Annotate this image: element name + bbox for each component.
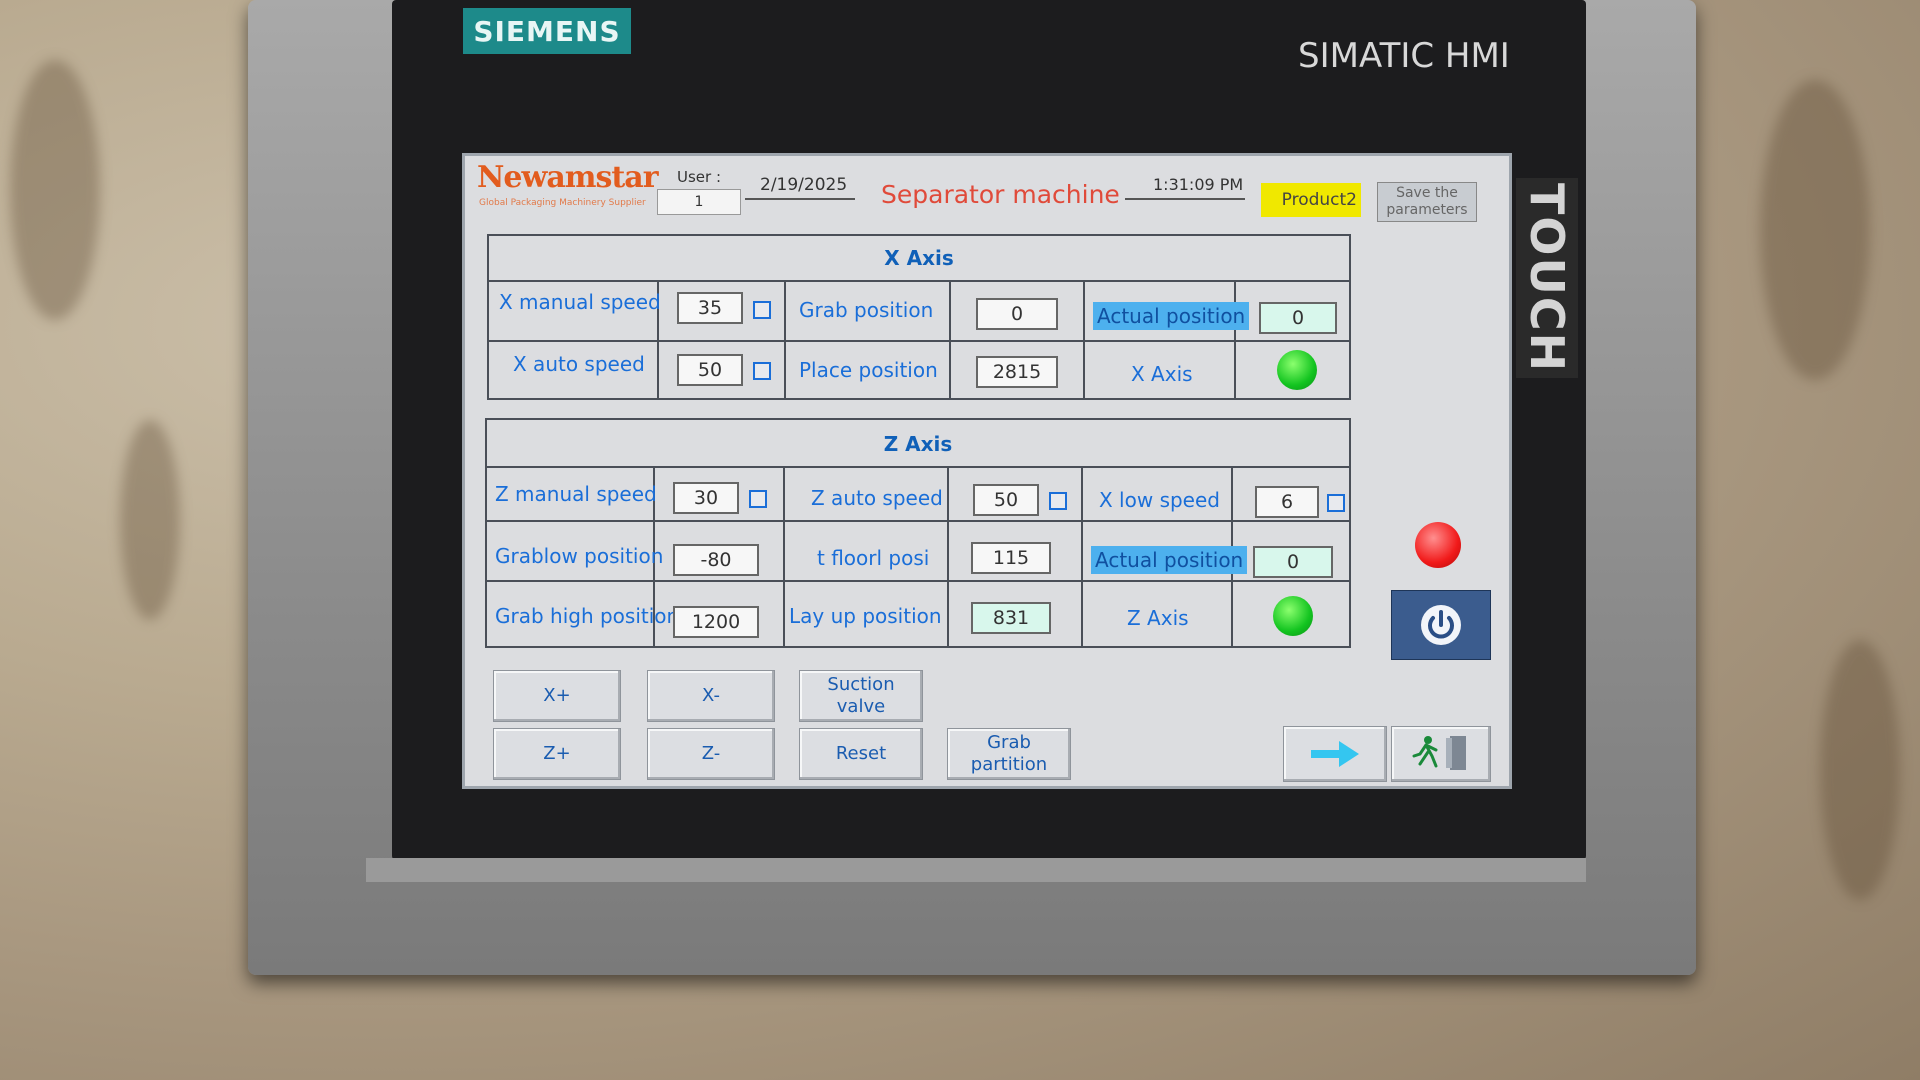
x-auto-speed-checkbox[interactable] [753, 362, 771, 380]
x-axis-status-label: X Axis [1131, 362, 1193, 386]
page-title: Separator machine [881, 180, 1120, 209]
brand-logo: SIEMENS [463, 8, 631, 54]
save-parameters-button[interactable]: Save the parameters [1377, 182, 1477, 222]
power-icon [1421, 605, 1461, 645]
grid-line [1081, 466, 1083, 648]
company-logo: Newamstar [477, 160, 659, 195]
power-button[interactable] [1391, 590, 1491, 660]
z-minus-button[interactable]: Z- [647, 728, 775, 780]
x-actual-position-field: 0 [1259, 302, 1337, 334]
place-position-field[interactable]: 2815 [976, 356, 1058, 388]
x-actual-position-label: Actual position [1093, 302, 1250, 330]
z-auto-speed-checkbox[interactable] [1049, 492, 1067, 510]
suction-valve-button[interactable]: Suction valve [799, 670, 923, 722]
wall-stain [1820, 640, 1900, 900]
next-page-button[interactable] [1283, 726, 1387, 782]
grid-line [1234, 280, 1236, 400]
lay-up-position-label: Lay up position [789, 604, 942, 628]
grab-position-field[interactable]: 0 [976, 298, 1058, 330]
company-tagline: Global Packaging Machinery Supplier [479, 198, 646, 208]
x-manual-speed-label: X manual speed [499, 290, 661, 314]
wall-stain [120, 420, 180, 620]
z-plus-button[interactable]: Z+ [493, 728, 621, 780]
grid-line [487, 520, 1349, 522]
x-minus-button[interactable]: X- [647, 670, 775, 722]
header-bar: Newamstar Global Packaging Machinery Sup… [465, 156, 1509, 226]
wall-stain [1760, 80, 1870, 380]
product-indicator[interactable]: Product2 [1261, 183, 1361, 217]
z-axis-panel: Z Axis Z manual speed 30 Z auto speed 50… [485, 418, 1351, 648]
grid-line [947, 466, 949, 648]
place-position-label: Place position [799, 358, 938, 382]
x-manual-speed-field[interactable]: 35 [677, 292, 743, 324]
z-actual-position-field: 0 [1253, 546, 1333, 578]
z-manual-speed-label: Z manual speed [495, 482, 657, 506]
grab-partition-button[interactable]: Grab partition [947, 728, 1071, 780]
grid-line [783, 466, 785, 648]
grid-line [949, 280, 951, 400]
x-low-speed-label: X low speed [1099, 488, 1220, 512]
grab-position-label: Grab position [799, 298, 934, 322]
x-axis-title: X Axis [884, 246, 954, 270]
floor-posi-label: t floorl posi [817, 546, 930, 570]
grid-line [487, 580, 1349, 582]
z-manual-speed-field[interactable]: 30 [673, 482, 739, 514]
floor-posi-field[interactable]: 115 [971, 542, 1051, 574]
x-auto-speed-field[interactable]: 50 [677, 354, 743, 386]
grid-line [489, 280, 1349, 282]
header-divider [745, 198, 855, 200]
header-divider [1125, 198, 1245, 200]
hmi-lower-trim [366, 858, 1586, 882]
grid-line [784, 280, 786, 400]
grab-high-position-field[interactable]: 1200 [673, 606, 759, 638]
grablow-position-field[interactable]: -80 [673, 544, 759, 576]
user-label: User : [677, 168, 722, 186]
model-name: SIMATIC HMI [1298, 36, 1510, 76]
grab-high-position-label: Grab high position [495, 604, 680, 628]
grablow-position-label: Grablow position [495, 544, 664, 568]
x-low-speed-field[interactable]: 6 [1255, 486, 1319, 518]
date-display: 2/19/2025 [760, 175, 848, 195]
alarm-indicator-led [1415, 522, 1461, 568]
z-axis-title: Z Axis [883, 432, 953, 456]
user-field[interactable]: 1 [657, 189, 741, 215]
hmi-screen: Newamstar Global Packaging Machinery Sup… [462, 153, 1512, 789]
x-low-speed-checkbox[interactable] [1327, 494, 1345, 512]
time-display: 1:31:09 PM [1153, 175, 1244, 194]
z-axis-status-led [1273, 596, 1313, 636]
x-axis-status-led [1277, 350, 1317, 390]
touch-label: TOUCH [1516, 178, 1578, 378]
arrow-right-icon [1311, 741, 1359, 767]
z-auto-speed-field[interactable]: 50 [973, 484, 1039, 516]
grid-line [489, 340, 1349, 342]
x-axis-panel: X Axis X manual speed 35 Grab position 0… [487, 234, 1351, 400]
z-auto-speed-label: Z auto speed [811, 486, 943, 510]
lay-up-position-field[interactable]: 831 [971, 602, 1051, 634]
reset-button[interactable]: Reset [799, 728, 923, 780]
x-plus-button[interactable]: X+ [493, 670, 621, 722]
grid-line [1083, 280, 1085, 400]
z-axis-status-label: Z Axis [1127, 606, 1189, 630]
x-auto-speed-label: X auto speed [513, 352, 645, 376]
x-manual-speed-checkbox[interactable] [753, 301, 771, 319]
wall-stain [10, 60, 100, 320]
exit-runner-icon [1412, 736, 1466, 770]
z-actual-position-label: Actual position [1091, 546, 1248, 574]
exit-button[interactable] [1391, 726, 1491, 782]
z-manual-speed-checkbox[interactable] [749, 490, 767, 508]
grid-line [487, 466, 1349, 468]
